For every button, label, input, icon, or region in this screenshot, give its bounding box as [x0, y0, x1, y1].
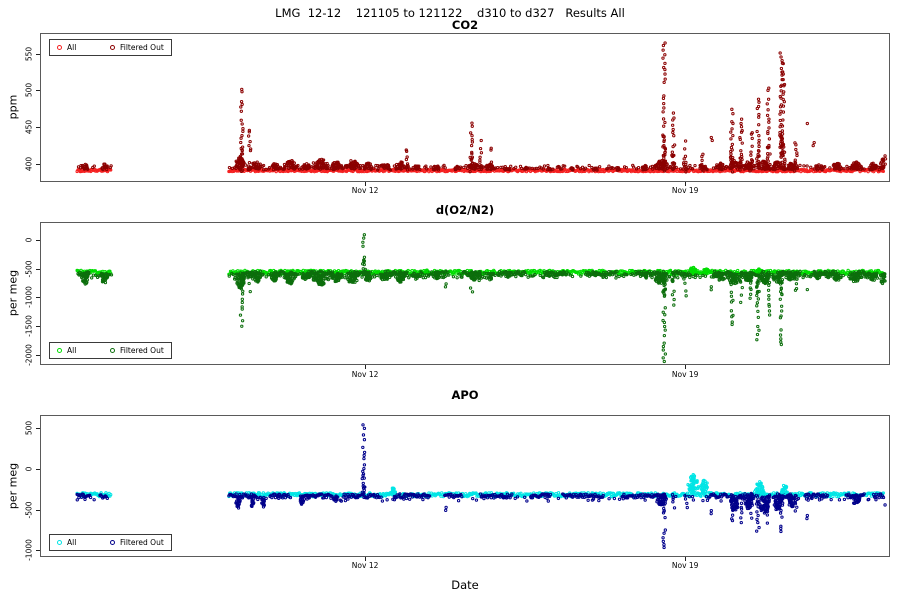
- y-tick-mark: [36, 126, 40, 128]
- y-tick-label: -500: [24, 260, 34, 278]
- y-tick-label: -2000: [24, 343, 34, 366]
- y-tick-mark: [36, 90, 40, 92]
- legend-filtered-label: Filtered Out: [120, 346, 164, 355]
- y-tick-mark: [36, 354, 40, 356]
- x-tick-label: Nov 19: [671, 561, 699, 570]
- plot-frame-apo: All Filtered Out: [40, 415, 890, 557]
- x-axis-label: Date: [451, 578, 479, 592]
- legend-entry-filtered: Filtered Out: [110, 538, 164, 547]
- x-tick-mark: [365, 365, 367, 369]
- y-tick-mark: [36, 550, 40, 552]
- y-tick-label: 500: [24, 420, 34, 436]
- y-tick-mark: [36, 468, 40, 470]
- y-tick-label: -1000: [24, 286, 34, 309]
- x-tick-label: Nov 12: [351, 561, 379, 570]
- y-tick-label: 550: [24, 46, 34, 61]
- figure: LMG 12-12 121105 to 121122 d310 to d327 …: [0, 0, 900, 600]
- scatter-canvas: [41, 34, 889, 181]
- y-axis-label-apo: per meg: [6, 462, 20, 510]
- y-tick-mark: [36, 297, 40, 299]
- filtered-point-symbol: [110, 348, 115, 353]
- x-tick-label: Nov 19: [671, 186, 699, 195]
- legend-do2n2: All Filtered Out: [49, 342, 172, 359]
- x-tick-label: Nov 19: [671, 370, 699, 379]
- legend-entry-all: All: [57, 43, 110, 52]
- y-tick-mark: [36, 163, 40, 165]
- all-point-symbol: [57, 348, 62, 353]
- y-tick-label: 400: [24, 156, 34, 171]
- panel-title-apo: APO: [451, 388, 479, 402]
- legend-co2: All Filtered Out: [49, 39, 172, 56]
- x-tick-mark: [685, 365, 687, 369]
- legend-filtered-label: Filtered Out: [120, 43, 164, 52]
- y-tick-label: 450: [24, 119, 34, 135]
- y-tick-label: -500: [24, 501, 34, 519]
- legend-entry-all: All: [57, 346, 110, 355]
- x-tick-label: Nov 12: [351, 186, 379, 195]
- y-tick-label: 0: [24, 466, 34, 472]
- y-tick-mark: [36, 53, 40, 55]
- y-tick-mark: [36, 428, 40, 430]
- y-tick-mark: [36, 268, 40, 270]
- y-axis-label-do2n2: per meg: [6, 269, 20, 317]
- legend-filtered-label: Filtered Out: [120, 538, 164, 547]
- y-axis-label-co2: ppm: [6, 94, 20, 120]
- legend-entry-filtered: Filtered Out: [110, 346, 164, 355]
- panel-title-co2: CO2: [451, 18, 479, 32]
- y-tick-label: 500: [24, 83, 34, 98]
- y-tick-mark: [36, 509, 40, 511]
- legend-all-label: All: [67, 538, 77, 547]
- all-point-symbol: [57, 45, 62, 50]
- y-tick-label: -1000: [24, 539, 34, 562]
- legend-all-label: All: [67, 346, 77, 355]
- y-tick-mark: [36, 325, 40, 327]
- panel-title-do2n2: d(O2/N2): [435, 203, 495, 217]
- plot-frame-do2n2: All Filtered Out: [40, 222, 890, 365]
- all-point-symbol: [57, 540, 62, 545]
- legend-entry-all: All: [57, 538, 110, 547]
- filtered-point-symbol: [110, 540, 115, 545]
- y-tick-mark: [36, 239, 40, 241]
- legend-all-label: All: [67, 43, 77, 52]
- y-tick-label: 0: [24, 237, 34, 243]
- plot-frame-co2: All Filtered Out: [40, 33, 890, 182]
- filtered-point-symbol: [110, 45, 115, 50]
- x-tick-label: Nov 12: [351, 370, 379, 379]
- legend-apo: All Filtered Out: [49, 534, 172, 551]
- legend-entry-filtered: Filtered Out: [110, 43, 164, 52]
- y-tick-label: -1500: [24, 315, 34, 337]
